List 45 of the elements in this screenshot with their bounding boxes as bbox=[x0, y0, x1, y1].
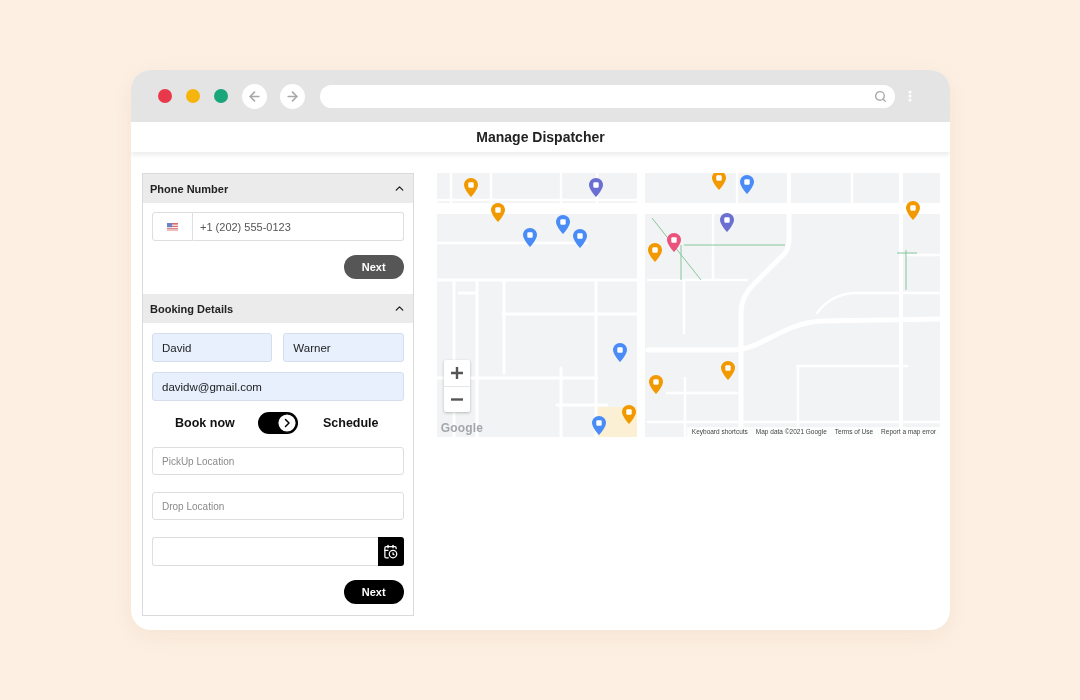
name-field[interactable]: Warner bbox=[283, 333, 404, 362]
plus-icon bbox=[450, 367, 463, 379]
map-pin-icon[interactable] bbox=[719, 213, 734, 232]
toggle-label: Schedule bbox=[322, 416, 379, 430]
country-code-button[interactable] bbox=[152, 212, 193, 241]
arrow-right-icon bbox=[285, 88, 300, 104]
map-pin-icon[interactable] bbox=[591, 416, 606, 435]
close-button[interactable] bbox=[158, 89, 172, 103]
map-pin-icon[interactable] bbox=[463, 178, 478, 197]
location-field[interactable]: Drop Location bbox=[152, 492, 404, 520]
search-icon bbox=[874, 89, 887, 103]
map-pin-icon[interactable] bbox=[612, 343, 627, 362]
accordion-header[interactable]: Booking Details bbox=[143, 294, 413, 323]
back-button[interactable] bbox=[242, 83, 267, 109]
map-pin-icon[interactable] bbox=[621, 405, 636, 424]
toggle-label: Book now bbox=[175, 416, 235, 430]
date-field[interactable] bbox=[152, 537, 378, 566]
email-field[interactable]: davidw@gmail.com bbox=[152, 372, 404, 401]
forward-button[interactable] bbox=[280, 83, 305, 109]
page-title: Manage Dispatcher bbox=[476, 129, 605, 145]
map-pin-icon[interactable] bbox=[522, 228, 537, 247]
us-flag-icon bbox=[167, 222, 178, 231]
calendar-icon bbox=[383, 544, 399, 559]
map-pin-icon[interactable] bbox=[720, 361, 735, 380]
map-pin-icon[interactable] bbox=[648, 375, 663, 394]
map-pin-icon[interactable] bbox=[647, 243, 662, 262]
map-pin-icon[interactable] bbox=[555, 215, 570, 234]
name-field[interactable]: David bbox=[152, 333, 273, 362]
map-pin-icon[interactable] bbox=[739, 175, 754, 194]
map-logo: Google bbox=[440, 421, 484, 435]
phone-field[interactable]: +1 (202) 555-0123 bbox=[193, 212, 404, 241]
accordion-header[interactable]: Phone Number bbox=[143, 174, 413, 203]
next-button[interactable]: Next bbox=[343, 580, 404, 604]
map-pin-icon[interactable] bbox=[490, 203, 505, 222]
map-pin-icon[interactable] bbox=[572, 229, 587, 248]
map-pin-icon[interactable] bbox=[711, 173, 726, 190]
location-field[interactable]: PickUp Location bbox=[152, 447, 404, 475]
map-pin-icon[interactable] bbox=[588, 178, 603, 197]
minus-icon bbox=[450, 398, 463, 401]
maximize-button[interactable] bbox=[214, 89, 228, 103]
map-pin-icon[interactable] bbox=[666, 233, 681, 252]
calendar-button[interactable] bbox=[377, 537, 404, 566]
toggle-switch[interactable] bbox=[257, 412, 298, 434]
map-pin-icon[interactable] bbox=[905, 201, 920, 220]
toggle-knob-icon bbox=[276, 413, 297, 433]
